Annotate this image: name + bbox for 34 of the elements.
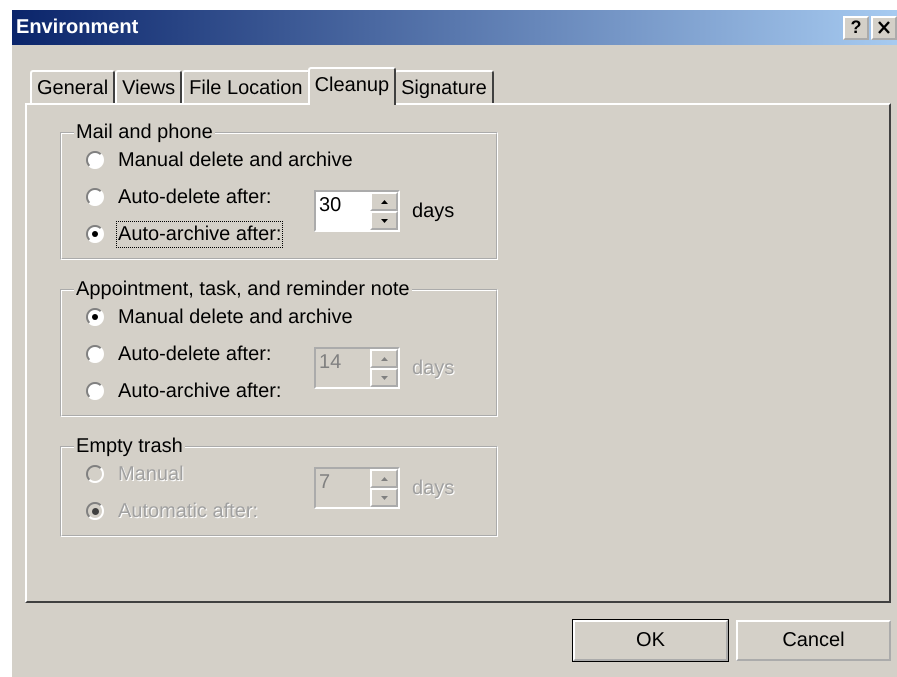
window-title: Environment [16, 16, 138, 39]
down-arrow-icon [380, 218, 388, 222]
down-arrow-icon [380, 376, 388, 380]
group-title: Appointment, task, and reminder note [75, 278, 411, 301]
close-button[interactable] [871, 16, 897, 40]
radio-button[interactable] [86, 308, 104, 326]
dialog-button[interactable]: OK [573, 620, 728, 661]
radio-label[interactable]: Manual delete and archive [116, 304, 355, 330]
radio-label[interactable]: Auto-delete after: [116, 340, 274, 368]
group-title: Mail and phone [75, 121, 214, 144]
tab[interactable]: File Location [182, 70, 310, 103]
radio-label[interactable]: Auto-delete after: [116, 184, 274, 210]
radio-label[interactable]: Manual delete and archive [116, 146, 355, 174]
radio-button[interactable] [86, 151, 104, 169]
tab[interactable]: Cleanup [308, 67, 396, 105]
number-spinner[interactable]: 30 [314, 190, 400, 232]
tab[interactable]: General [30, 70, 116, 103]
close-icon [877, 21, 891, 34]
dialog-button[interactable]: Cancel [736, 620, 891, 661]
tab[interactable]: Views [115, 70, 182, 103]
group-title: Empty trash [75, 435, 184, 458]
tab[interactable]: Signature [394, 70, 494, 103]
days-label: days [412, 200, 454, 222]
up-arrow-icon [380, 356, 388, 360]
radio-button[interactable] [86, 382, 104, 400]
up-arrow-icon [380, 200, 388, 204]
radio-label[interactable]: Auto-archive after: [116, 220, 284, 248]
help-button[interactable]: ? [843, 16, 869, 40]
radio-button[interactable] [86, 188, 104, 206]
radio-button[interactable] [86, 345, 104, 363]
radio-label[interactable]: Auto-archive after: [116, 378, 284, 404]
up-arrow-icon [380, 476, 388, 480]
radio-button[interactable] [86, 225, 104, 243]
down-arrow-icon [380, 496, 388, 500]
